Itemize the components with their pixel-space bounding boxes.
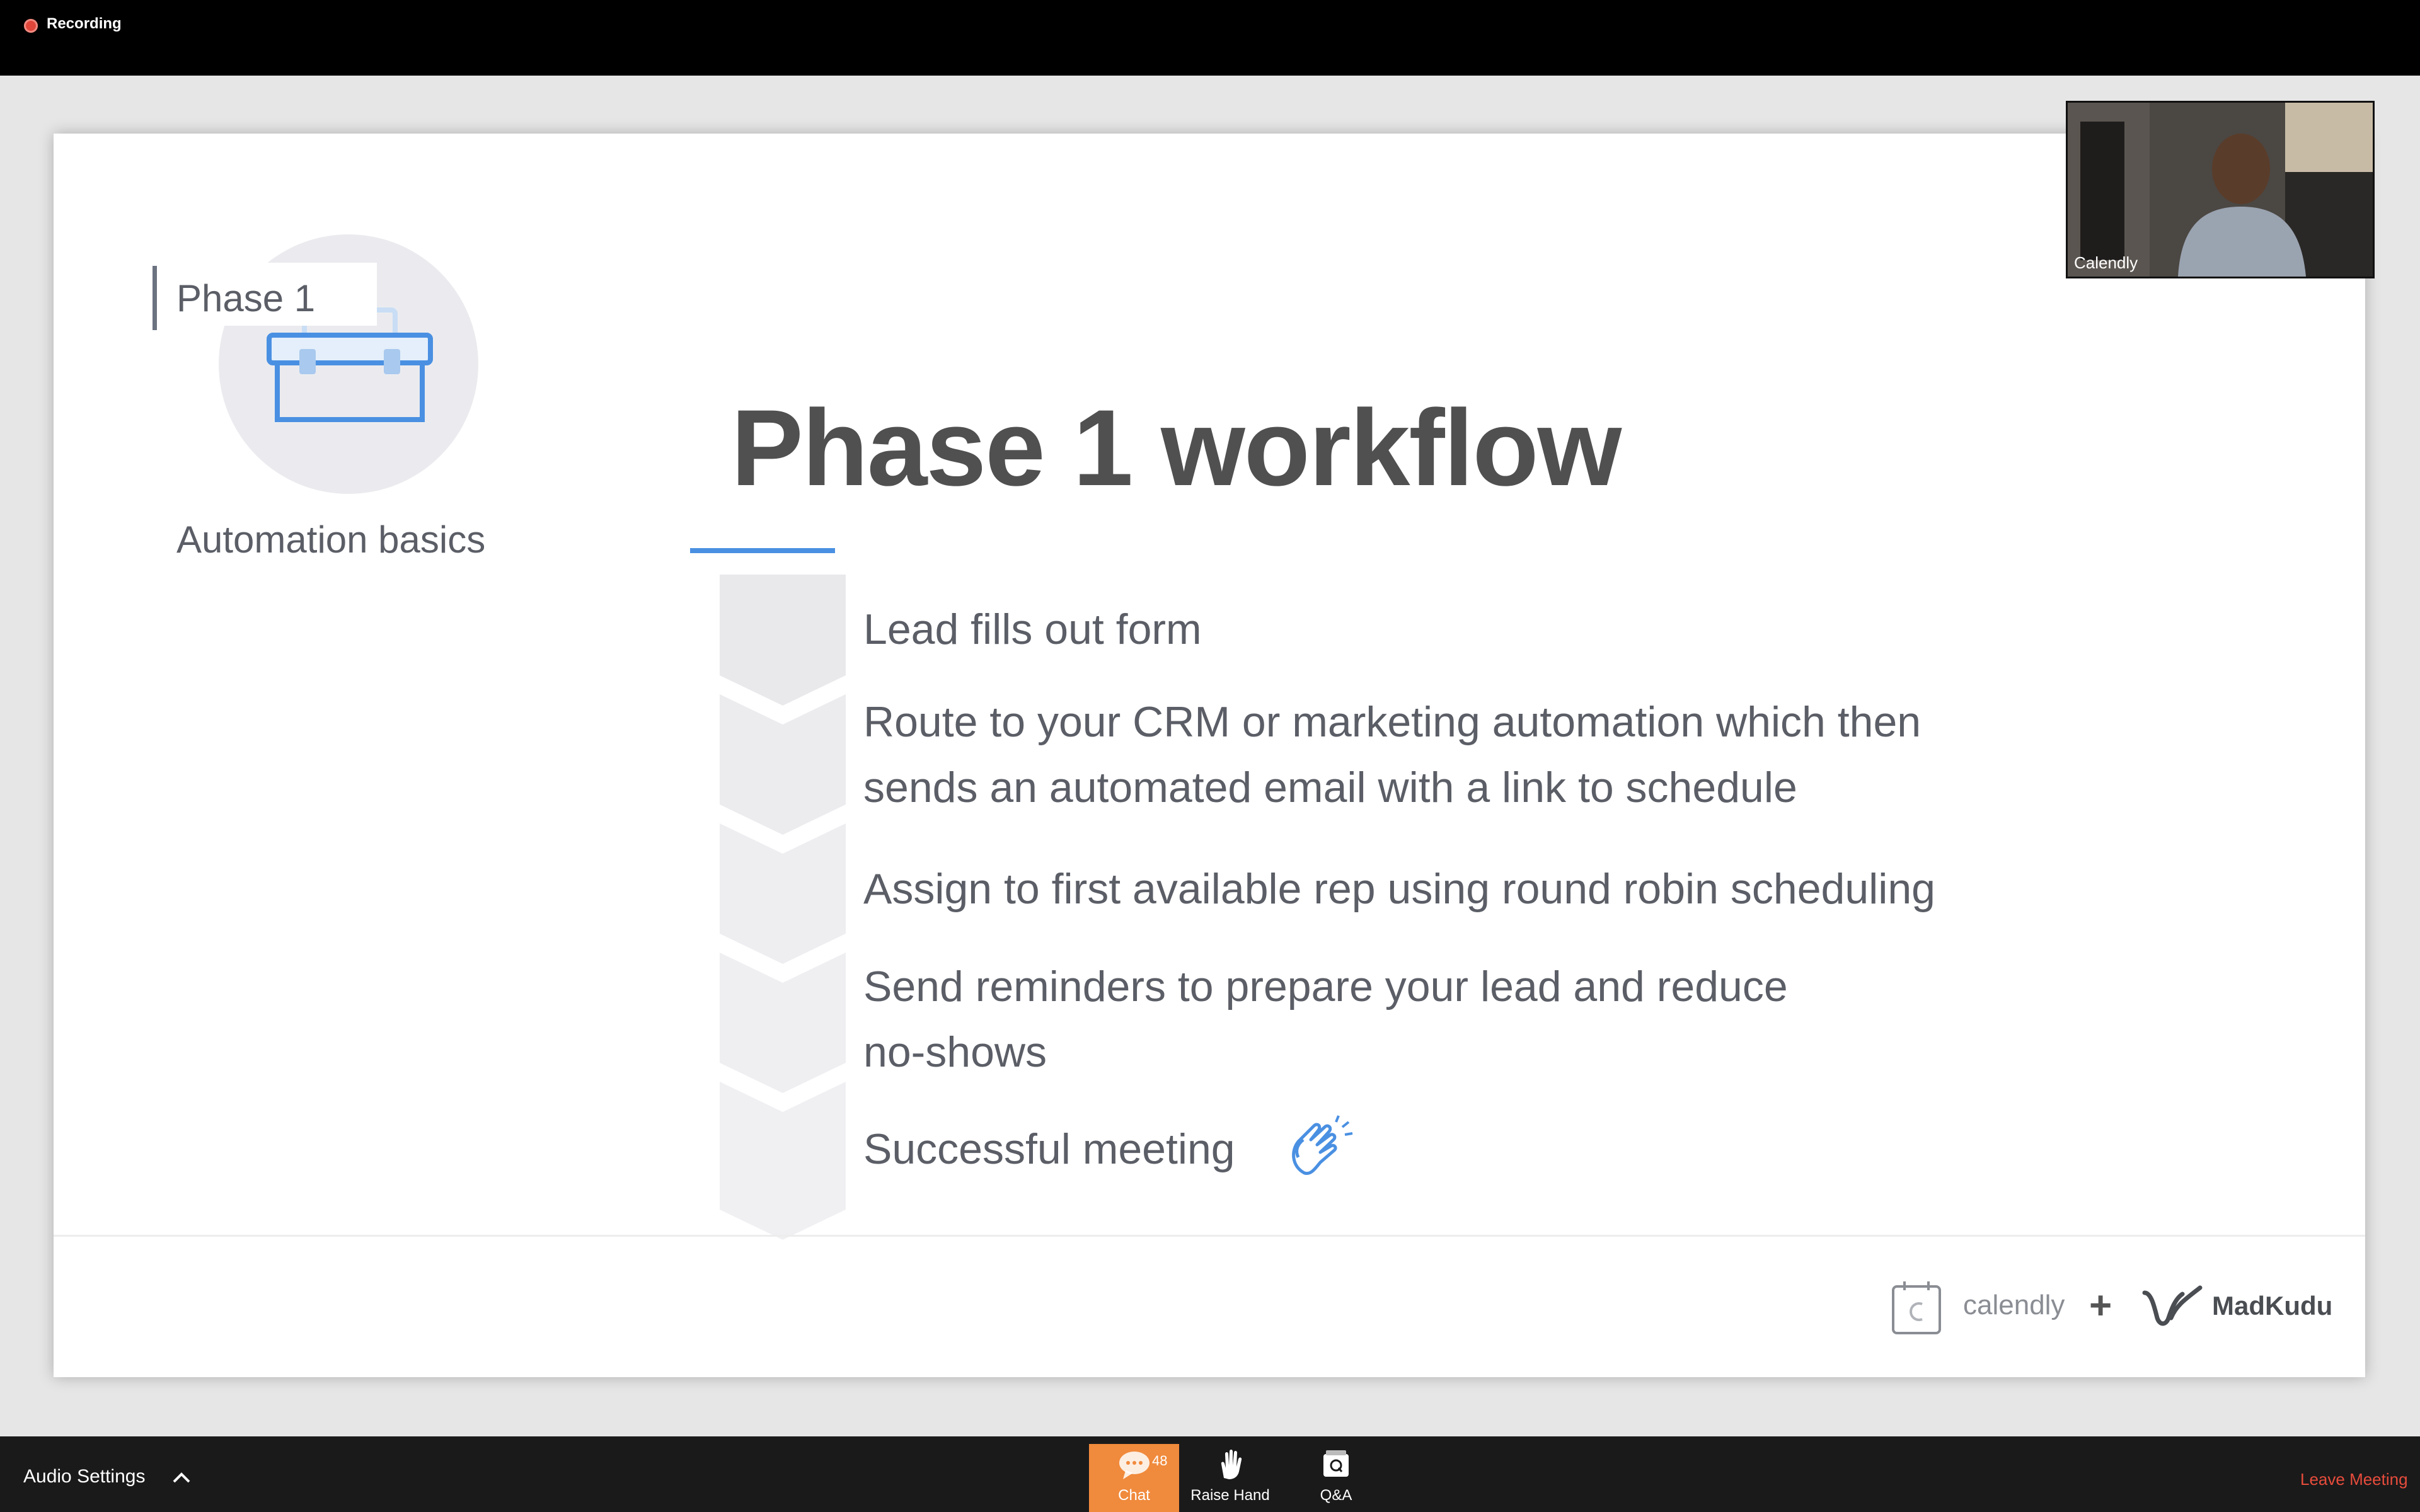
- calendly-logo-text: calendly: [1963, 1290, 2065, 1320]
- footer-plus: +: [2089, 1284, 2112, 1327]
- presentation-slide: Phase 1 Automation basics Phase 1 workfl…: [54, 134, 2365, 1377]
- chat-unread-count: 48: [1152, 1453, 1168, 1469]
- title-underline: [690, 548, 835, 553]
- step-4-line-2: no-shows: [863, 1028, 1047, 1076]
- qa-icon: [1323, 1450, 1349, 1477]
- recording-label: Recording: [47, 15, 122, 32]
- participant-name: Calendly: [2074, 253, 2138, 272]
- madkudu-logo-icon: [2142, 1285, 2203, 1326]
- top-bar: Recording: [0, 0, 2420, 76]
- leave-meeting-button[interactable]: Leave Meeting: [2300, 1470, 2408, 1489]
- calendly-logo-icon: [1892, 1281, 1941, 1334]
- hand-icon: [1221, 1450, 1242, 1479]
- step-2-line-1: Route to your CRM or marketing automatio…: [863, 698, 1922, 746]
- qa-button[interactable]: Q&A: [1292, 1444, 1380, 1512]
- step-1-text: Lead fills out form: [863, 605, 1202, 653]
- step-3-text: Assign to first available rep using roun…: [863, 865, 1935, 913]
- step-4-line-1: Send reminders to prepare your lead and …: [863, 963, 1788, 1011]
- footer-divider: [54, 1235, 2365, 1237]
- raise-hand-label: Raise Hand: [1190, 1487, 1270, 1504]
- participant-video-feed: [2068, 103, 2373, 277]
- workflow-chevrons: [720, 575, 846, 1240]
- step-5-text: Successful meeting: [863, 1125, 1235, 1173]
- participant-video-tile[interactable]: Calendly: [2066, 101, 2375, 278]
- chevron-up-icon[interactable]: [170, 1468, 193, 1487]
- phase-subtitle: Automation basics: [176, 518, 486, 561]
- audio-settings-button[interactable]: Audio Settings: [23, 1466, 145, 1487]
- slide-title: Phase 1 workflow: [731, 387, 1622, 508]
- qa-label: Q&A: [1320, 1487, 1352, 1504]
- recording-icon: [24, 19, 38, 33]
- phase-label: Phase 1: [176, 277, 316, 319]
- chat-label: Chat: [1118, 1487, 1150, 1504]
- step-2-line-2: sends an automated email with a link to …: [863, 764, 1797, 811]
- chat-button[interactable]: 48 Chat: [1089, 1444, 1179, 1512]
- phase-marker-bar: [153, 266, 157, 330]
- raise-hand-button[interactable]: Raise Hand: [1185, 1444, 1276, 1512]
- madkudu-logo-text: MadKudu: [2212, 1291, 2333, 1320]
- clapping-hands-icon: [1292, 1115, 1353, 1176]
- chat-icon: [1119, 1452, 1150, 1479]
